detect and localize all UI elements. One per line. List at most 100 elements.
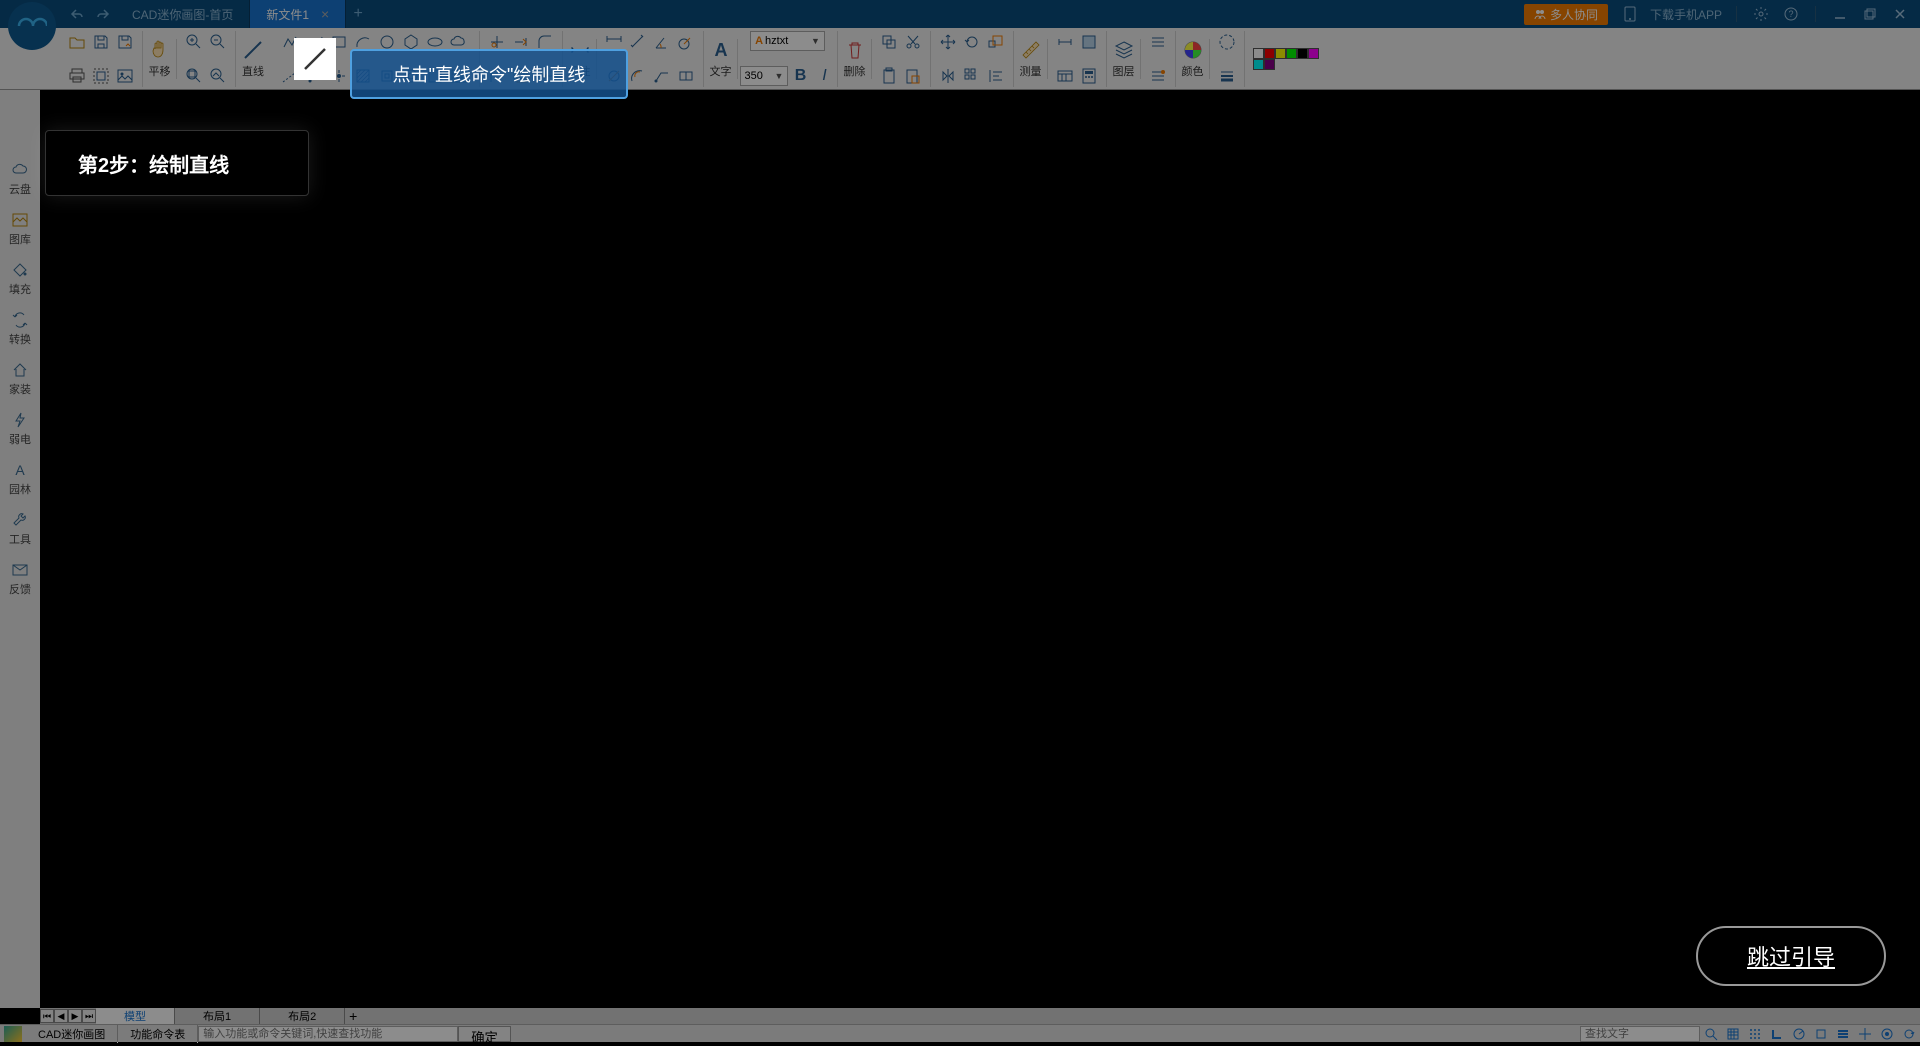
font-size-select[interactable]: ▼ [740,66,788,86]
id-icon[interactable] [1054,65,1076,87]
maximize-icon[interactable] [1860,4,1880,24]
sidebar-fill[interactable]: 填充 [0,254,40,304]
zoom-in-icon[interactable] [183,31,205,53]
layer-tool[interactable]: 图层 [1107,39,1141,79]
tab-file-1[interactable]: 新文件1 × [250,0,346,28]
print-area-icon[interactable] [90,65,112,87]
close-window-icon[interactable] [1890,4,1910,24]
move-icon[interactable] [937,31,959,53]
sidebar-elec[interactable]: 弱电 [0,404,40,454]
zoom-window-icon[interactable] [207,65,229,87]
tab-prev-icon[interactable]: ◀ [54,1009,68,1023]
cut-icon[interactable] [902,31,924,53]
rotate-icon[interactable] [961,31,983,53]
search-icon[interactable] [1702,1026,1720,1042]
lineweight-icon[interactable] [1216,65,1238,87]
zoom-out-icon[interactable] [207,31,229,53]
tab-layout2[interactable]: 布局2 [260,1008,345,1024]
drawing-canvas[interactable] [40,90,1920,1008]
layer-match-icon[interactable] [1147,65,1169,87]
font-name-select[interactable]: A ▼ [750,31,825,51]
redo-icon[interactable] [94,5,112,23]
area-icon[interactable] [1078,31,1100,53]
dim-aligned-icon[interactable] [627,31,649,53]
command-input[interactable] [198,1026,458,1042]
polar-icon[interactable] [1790,1026,1808,1042]
swatch[interactable] [1275,48,1286,59]
swatch[interactable] [1253,48,1264,59]
measure-tool[interactable]: 测量 [1014,39,1048,79]
scale-icon[interactable] [985,31,1007,53]
dyn-icon[interactable] [1878,1026,1896,1042]
sidebar-garden[interactable]: A 园林 [0,454,40,504]
confirm-button[interactable]: 确定 [458,1026,511,1042]
sb-appname[interactable]: CAD迷你画图 [26,1025,118,1043]
saveas-icon[interactable] [114,31,136,53]
sidebar-gallery[interactable]: 图库 [0,204,40,254]
open-icon[interactable] [66,31,88,53]
line-tool[interactable]: 直线 [236,39,270,79]
tab-last-icon[interactable]: ⏭ [82,1009,96,1023]
tab-layout1[interactable]: 布局1 [175,1008,260,1024]
swatch[interactable] [1308,48,1319,59]
sidebar-feedback[interactable]: 反馈 [0,554,40,604]
text-tool[interactable]: A 文字 [704,39,738,79]
tab-next-icon[interactable]: ▶ [68,1009,82,1023]
font-name-input[interactable] [765,35,809,47]
search-text-input[interactable] [1580,1026,1700,1042]
font-size-input[interactable] [745,70,773,82]
help-icon[interactable]: ? [1781,4,1801,24]
swatch[interactable] [1264,48,1275,59]
pan-tool[interactable]: 平移 [143,39,177,79]
copy-icon[interactable] [878,31,900,53]
lwt-icon[interactable] [1834,1026,1852,1042]
zoom-fit-icon[interactable] [183,65,205,87]
dim-arc-icon[interactable] [627,65,649,87]
paste-icon[interactable] [878,65,900,87]
sidebar-convert[interactable]: 转换 [0,304,40,354]
swatch[interactable] [1253,59,1264,70]
collab-button[interactable]: 多人协同 [1524,4,1608,25]
italic-button[interactable]: I [814,65,836,87]
add-tab-button[interactable]: + [346,5,370,23]
snap-icon[interactable] [1746,1026,1764,1042]
swatch[interactable] [1264,59,1275,70]
settings-icon[interactable] [1751,4,1771,24]
layer-props-icon[interactable] [1147,31,1169,53]
close-tab-icon[interactable]: × [321,6,329,22]
undo-icon[interactable] [68,5,86,23]
calc-icon[interactable] [1078,65,1100,87]
tab-model[interactable]: 模型 [96,1008,175,1024]
app-logo[interactable] [8,2,56,50]
tab-first-icon[interactable]: ⏮ [40,1009,54,1023]
swatch[interactable] [1286,48,1297,59]
osnap-icon[interactable] [1812,1026,1830,1042]
bold-button[interactable]: B [790,65,812,87]
paste-block-icon[interactable] [902,65,924,87]
array-icon[interactable] [961,65,983,87]
dist-icon[interactable] [1054,31,1076,53]
tolerance-icon[interactable] [675,65,697,87]
sidebar-home[interactable]: 家装 [0,354,40,404]
image-icon[interactable] [114,65,136,87]
line-tool-highlight[interactable] [294,38,336,80]
align-icon[interactable] [985,65,1007,87]
save-icon[interactable] [90,31,112,53]
linetype-icon[interactable] [1216,31,1238,53]
phone-icon[interactable] [1620,4,1640,24]
swatch[interactable] [1297,48,1308,59]
skip-tutorial-button[interactable]: 跳过引导 [1696,926,1886,986]
cycle-icon[interactable] [1900,1026,1918,1042]
sidebar-tools[interactable]: 工具 [0,504,40,554]
sb-cmd-tab[interactable]: 功能命令表 [118,1025,198,1043]
color-tool[interactable]: 颜色 [1176,39,1210,79]
tab-home[interactable]: CAD迷你画图-首页 [116,0,250,28]
print-icon[interactable] [66,65,88,87]
download-app-link[interactable]: 下载手机APP [1650,6,1722,23]
grid-icon[interactable] [1724,1026,1742,1042]
leader-icon[interactable] [651,65,673,87]
sidebar-cloud[interactable]: 云盘 [0,154,40,204]
crosshair-icon[interactable] [1856,1026,1874,1042]
mirror-icon[interactable] [937,65,959,87]
dim-angular-icon[interactable] [651,31,673,53]
